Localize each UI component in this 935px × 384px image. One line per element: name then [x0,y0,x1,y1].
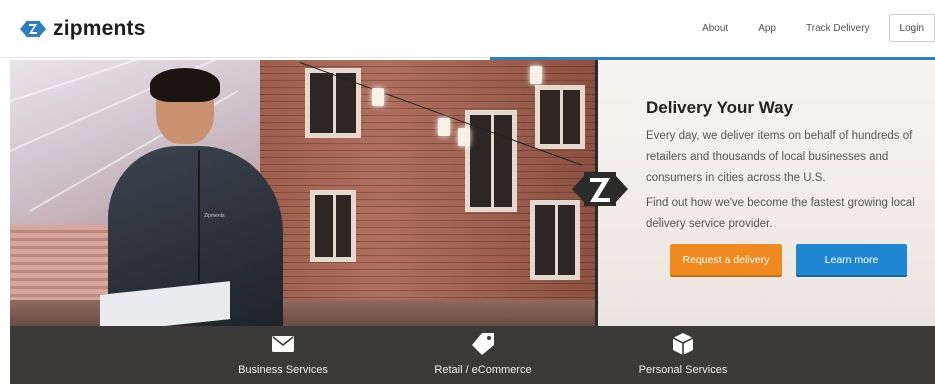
zipments-logo[interactable]: zipments [20,17,146,41]
service-label: Retail / eCommerce [434,364,532,376]
hanging-bulb [530,66,542,84]
service-business[interactable]: Business Services [203,334,363,376]
hanging-bulb [458,128,470,146]
service-label: Personal Services [638,364,728,376]
hero-title: Delivery Your Way [646,98,794,117]
tag-icon [472,333,494,355]
building-window [310,190,356,262]
package-icon [672,333,694,355]
building-window [535,85,585,149]
brand-name: zipments [53,17,146,40]
hanging-bulb [438,118,450,136]
courier-person: Zipments [100,68,290,326]
service-retail[interactable]: Retail / eCommerce [403,333,563,376]
building-window [305,68,361,138]
courier-hair [150,68,220,102]
zipments-badge-icon [572,172,628,206]
request-delivery-button[interactable]: Request a delivery [670,244,782,277]
building-window [530,200,580,280]
nav-link-track-delivery[interactable]: Track Delivery [806,23,870,34]
login-button[interactable]: Login [888,14,935,42]
hanging-bulb [372,88,384,106]
nav-link-about[interactable]: About [702,23,728,34]
floor [10,300,598,326]
service-personal[interactable]: Personal Services [603,333,763,376]
hero-growth-text: Find out how we've become the fastest gr… [646,197,915,230]
zipments-logo-icon [20,18,46,40]
envelope-icon [272,334,294,354]
jacket-logo-text: Zipments [204,213,225,219]
learn-more-button[interactable]: Learn more [796,244,907,277]
main-nav: About App Track Delivery Login [672,14,935,42]
nav-link-app[interactable]: App [758,23,776,34]
service-label: Business Services [238,364,328,376]
hero-photo: Zipments [10,60,598,326]
top-navigation-bar: zipments About App Track Delivery Login [0,0,935,58]
hero-description: Every day, we deliver items on behalf of… [646,130,913,184]
